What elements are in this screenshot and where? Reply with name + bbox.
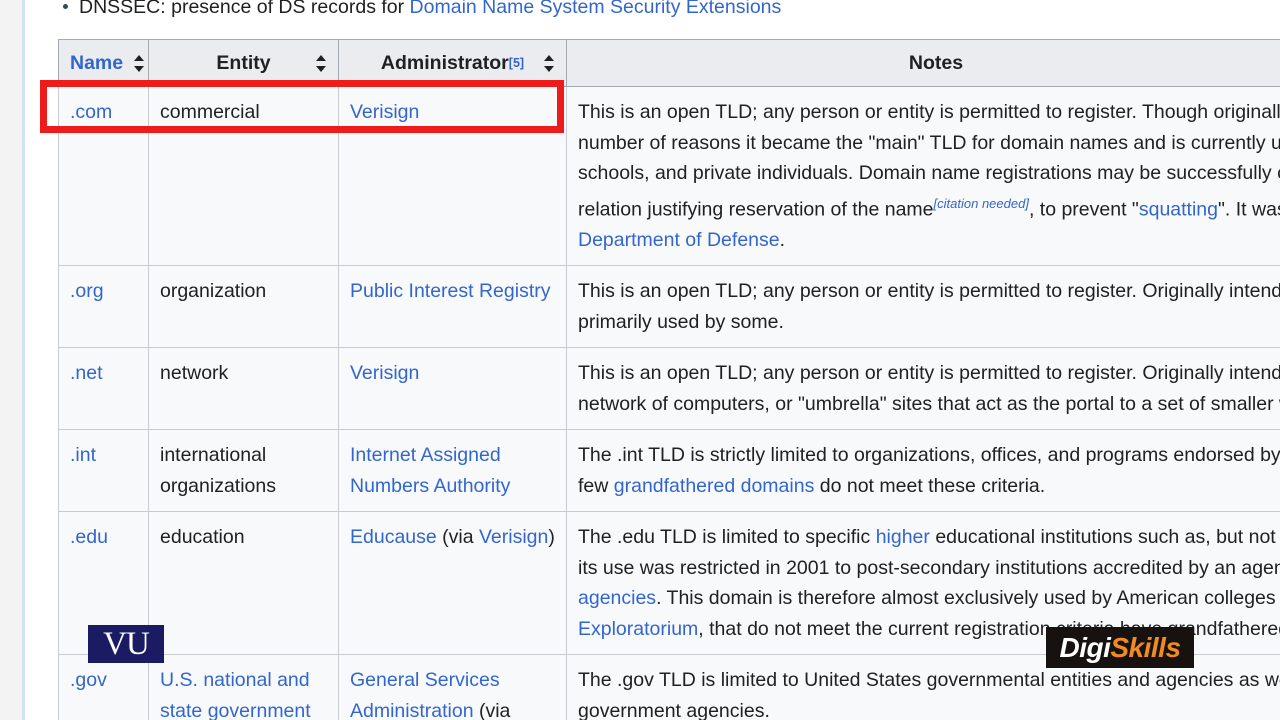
notes-line: schools, and private individuals. Domain… bbox=[578, 162, 1280, 184]
digiskills-watermark-logo: Digi Skills bbox=[1046, 627, 1194, 668]
table-row: .net network Verisign This is an open TL… bbox=[58, 347, 1280, 430]
administrator-link[interactable]: Public Interest Registry bbox=[350, 280, 551, 302]
cell-administrator: Verisign bbox=[338, 347, 567, 430]
squatting-link[interactable]: squatting bbox=[1139, 198, 1218, 220]
notes-line: relation justifying reservation of the n… bbox=[578, 195, 1280, 221]
dnssec-link[interactable]: Domain Name System Security Extensions bbox=[410, 0, 782, 18]
notes-line: This is an open TLD; any person or entit… bbox=[578, 101, 1280, 123]
administrator-link[interactable]: General Services Administration bbox=[350, 669, 500, 720]
cell-notes: This is an open TLD; any person or entit… bbox=[566, 265, 1280, 348]
cell-administrator: Educause (via Verisign) bbox=[338, 511, 567, 655]
bullet-list-item: DNSSEC: presence of DS records for Domai… bbox=[63, 0, 781, 18]
column-header-name[interactable]: Name bbox=[58, 39, 149, 87]
digiskills-logo-text-part1: Digi bbox=[1059, 632, 1111, 663]
sort-arrow-icon[interactable] bbox=[133, 54, 146, 72]
citation-needed-marker[interactable]: [citation needed] bbox=[934, 196, 1029, 211]
agencies-link[interactable]: agencies bbox=[578, 587, 656, 609]
cell-entity: international organizations bbox=[148, 429, 339, 512]
administrator-link[interactable]: Educause bbox=[350, 526, 437, 548]
cell-entity: organization bbox=[148, 265, 339, 348]
notes-line: The .int TLD is strictly limited to orga… bbox=[578, 444, 1280, 466]
reference-marker[interactable]: [5] bbox=[509, 56, 524, 70]
cell-administrator: Internet Assigned Numbers Authority bbox=[338, 429, 567, 512]
entity-link[interactable]: U.S. national and state government agenc… bbox=[160, 669, 311, 720]
notes-line: network of computers, or "umbrella" site… bbox=[578, 392, 1280, 415]
cell-notes: This is an open TLD; any person or entit… bbox=[566, 347, 1280, 430]
tld-link[interactable]: .gov bbox=[70, 669, 107, 691]
table-row: .org organization Public Interest Regist… bbox=[58, 265, 1280, 348]
column-header-entity[interactable]: Entity bbox=[148, 39, 339, 87]
tld-link[interactable]: .int bbox=[70, 444, 96, 466]
cell-administrator: General Services Administration (via Ver… bbox=[338, 654, 567, 720]
cell-tld-name: .com bbox=[58, 86, 149, 266]
cell-tld-name: .gov bbox=[58, 654, 149, 720]
grandfathered-domains-link[interactable]: grandfathered domains bbox=[614, 475, 815, 497]
tld-link[interactable]: .net bbox=[70, 362, 103, 384]
administrator-link[interactable]: Verisign bbox=[350, 101, 419, 123]
column-header-entity-label: Entity bbox=[216, 51, 271, 74]
administrator-link[interactable]: Internet Assigned Numbers Authority bbox=[350, 444, 510, 497]
tld-link[interactable]: .edu bbox=[70, 526, 108, 548]
tld-link[interactable]: .com bbox=[70, 101, 112, 123]
notes-line: The .edu TLD is limited to specific high… bbox=[578, 526, 1280, 548]
notes-line: The .gov TLD is limited to United States… bbox=[578, 669, 1280, 691]
cell-tld-name: .org bbox=[58, 265, 149, 348]
bullet-dot-icon bbox=[63, 3, 68, 9]
notes-line: government agencies. bbox=[578, 699, 770, 720]
sort-arrow-icon[interactable] bbox=[315, 54, 328, 72]
vu-watermark-logo: VU bbox=[88, 625, 164, 663]
sort-arrow-icon[interactable] bbox=[543, 54, 556, 72]
notes-line: its use was restricted in 2001 to post-s… bbox=[578, 556, 1280, 579]
column-header-notes: Notes bbox=[566, 39, 1280, 87]
article-content: DNSSEC: presence of DS records for Domai… bbox=[25, 0, 1280, 720]
notes-line: This is an open TLD; any person or entit… bbox=[578, 362, 1280, 384]
cell-entity: network bbox=[148, 347, 339, 430]
column-header-administrator-label: Administrator bbox=[380, 51, 509, 74]
cell-tld-name: .int bbox=[58, 429, 149, 512]
notes-line: agencies. This domain is therefore almos… bbox=[578, 587, 1280, 609]
verisign-link[interactable]: Verisign bbox=[479, 526, 548, 548]
notes-line: Department of Defense. bbox=[578, 228, 786, 251]
tld-link[interactable]: .org bbox=[70, 280, 104, 302]
notes-line: few grandfathered domains do not meet th… bbox=[578, 474, 1046, 497]
cell-administrator: Verisign bbox=[338, 86, 567, 266]
cell-notes: This is an open TLD; any person or entit… bbox=[566, 86, 1280, 266]
tld-table: Name Entity Administrator [5] Notes .com… bbox=[58, 39, 1280, 720]
cell-tld-name: .net bbox=[58, 347, 149, 430]
cell-entity: U.S. national and state government agenc… bbox=[148, 654, 339, 720]
department-of-defense-link[interactable]: Department of Defense bbox=[578, 229, 780, 251]
bullet-text: DNSSEC: presence of DS records for bbox=[79, 0, 410, 18]
cell-administrator: Public Interest Registry bbox=[338, 265, 567, 348]
page-root: DNSSEC: presence of DS records for Domai… bbox=[0, 0, 1280, 720]
table-row: .com commercial Verisign This is an open… bbox=[58, 86, 1280, 266]
table-header-row: Name Entity Administrator [5] Notes bbox=[58, 39, 1280, 87]
exploratorium-link[interactable]: Exploratorium bbox=[578, 618, 698, 640]
cell-entity: commercial bbox=[148, 86, 339, 266]
column-header-administrator[interactable]: Administrator [5] bbox=[338, 39, 567, 87]
table-body: .com commercial Verisign This is an open… bbox=[58, 86, 1280, 720]
table-row: .int international organizations Interne… bbox=[58, 429, 1280, 512]
administrator-link[interactable]: Verisign bbox=[350, 362, 419, 384]
higher-education-link[interactable]: higher bbox=[876, 526, 930, 548]
left-gutter bbox=[0, 0, 22, 720]
cell-notes: The .int TLD is strictly limited to orga… bbox=[566, 429, 1280, 512]
notes-line: primarily used by some. bbox=[578, 310, 784, 333]
column-header-name-label: Name bbox=[70, 51, 124, 74]
vu-logo-text: VU bbox=[103, 626, 150, 662]
digiskills-logo-text-part2: Skills bbox=[1110, 632, 1181, 663]
notes-line: This is an open TLD; any person or entit… bbox=[578, 280, 1280, 302]
notes-line: number of reasons it became the "main" T… bbox=[578, 131, 1280, 154]
cell-entity: education bbox=[148, 511, 339, 655]
column-header-notes-label: Notes bbox=[908, 51, 964, 74]
